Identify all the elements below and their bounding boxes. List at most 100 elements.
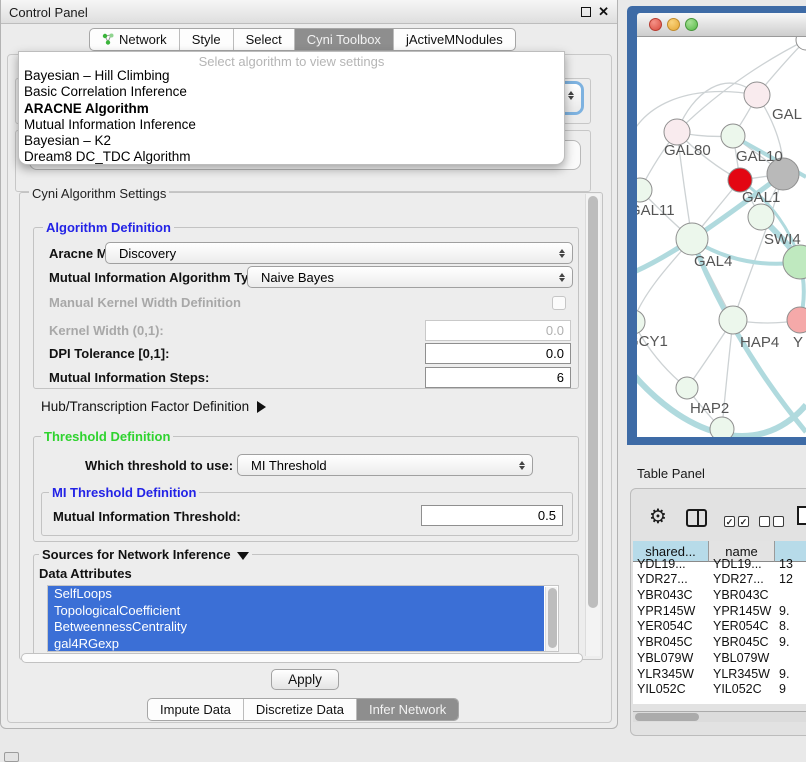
list-item[interactable]: BetweennessCentrality xyxy=(48,619,544,636)
close-traffic-light[interactable] xyxy=(649,18,662,31)
node-gal11[interactable] xyxy=(637,178,652,202)
tab-style[interactable]: Style xyxy=(179,29,233,50)
algorithm-option[interactable]: Bayesian – K2 xyxy=(19,133,564,149)
list-item[interactable]: gal4RGexp xyxy=(48,636,544,653)
control-panel-window: Control Panel ✕ Network Style Select Cyn… xyxy=(0,0,618,729)
algorithm-option[interactable]: Bayesian – Hill Climbing xyxy=(19,68,564,84)
mi-threshold-label: Mutual Information Threshold: xyxy=(53,509,241,524)
node-hap4[interactable] xyxy=(719,306,747,334)
tab-network-label: Network xyxy=(119,29,167,50)
collapsed-panel-button[interactable] xyxy=(4,752,19,762)
settings-group-title: Cyni Algorithm Settings xyxy=(29,186,169,201)
gear-icon[interactable]: ⚙ xyxy=(649,507,667,527)
select-all-icon[interactable]: ✓✓ xyxy=(724,512,752,530)
node-label: HAP2 xyxy=(690,400,729,417)
list-item[interactable]: TopologicalCoefficient xyxy=(48,603,544,620)
hub-definition-expander[interactable]: Hub/Transcription Factor Definition xyxy=(41,399,266,414)
table-row[interactable]: YIL052CYIL052C9 xyxy=(633,682,806,698)
node-label: GAL11 xyxy=(637,202,675,219)
node-swi4[interactable] xyxy=(748,204,774,230)
node-label: GAL4 xyxy=(694,253,732,270)
tab-impute-data[interactable]: Impute Data xyxy=(148,699,243,720)
table-row[interactable]: YBR043CYBR043C xyxy=(633,588,806,604)
table-row[interactable]: YPR145WYPR145W9. xyxy=(633,604,806,620)
algorithm-dropdown-popup: Select algorithm to view settings Bayesi… xyxy=(18,51,565,165)
mi-type-select[interactable]: Naive Bayes xyxy=(247,266,573,288)
document-icon[interactable] xyxy=(797,506,806,525)
table-row[interactable]: YDL19...YDL19...13 xyxy=(633,557,806,573)
minimize-traffic-light[interactable] xyxy=(667,18,680,31)
network-view-window: GAL GAL80 GAL10 GAL1 GAL11 SWI4 GAL4 GCY… xyxy=(627,6,806,445)
tab-infer-network[interactable]: Infer Network xyxy=(356,699,458,720)
tab-style-label: Style xyxy=(192,29,221,50)
network-graph: GAL GAL80 GAL10 GAL1 GAL11 SWI4 GAL4 GCY… xyxy=(637,37,806,437)
close-icon[interactable]: ✕ xyxy=(598,4,609,20)
node-label: Y xyxy=(793,334,803,351)
algorithm-option[interactable]: Dream8 DC_TDC Algorithm xyxy=(19,149,564,165)
table-row[interactable]: YLR345WYLR345W9. xyxy=(633,667,806,683)
algorithm-option-selected[interactable]: ARACNE Algorithm xyxy=(19,101,564,117)
table-row[interactable]: YBL079WYBL079W xyxy=(633,651,806,667)
network-canvas[interactable]: GAL GAL80 GAL10 GAL1 GAL11 SWI4 GAL4 GCY… xyxy=(637,37,806,437)
mi-threshold-group-title: MI Threshold Definition xyxy=(49,485,199,500)
stepper-icon xyxy=(559,273,565,282)
tab-network[interactable]: Network xyxy=(90,29,179,50)
attributes-scrollbar-thumb[interactable] xyxy=(548,588,557,648)
tab-cyni-toolbox[interactable]: Cyni Toolbox xyxy=(294,29,393,50)
list-item[interactable]: SelfLoops xyxy=(48,586,544,603)
mi-type-label: Mutual Information Algorithm Type: xyxy=(49,270,268,285)
which-threshold-select[interactable]: MI Threshold xyxy=(237,454,533,476)
table-panel: ⚙ ✓✓ shared... name YDL19...YDL19...13 Y… xyxy=(630,488,806,736)
algorithm-option[interactable]: Mutual Information Inference xyxy=(19,117,564,133)
node-gcy1[interactable] xyxy=(637,310,645,334)
table-row[interactable]: YBR045CYBR045C9. xyxy=(633,635,806,651)
mi-steps-field[interactable] xyxy=(425,367,571,388)
dpi-field-wrap xyxy=(425,343,571,364)
sources-group-title[interactable]: Sources for Network Inference xyxy=(39,547,252,562)
node-hap2[interactable] xyxy=(676,377,698,399)
tab-jactivemnodules[interactable]: jActiveMNodules xyxy=(393,29,515,50)
node-pink[interactable] xyxy=(744,82,770,108)
table-panel-title: Table Panel xyxy=(637,466,705,481)
stepper-icon xyxy=(559,249,565,258)
zoom-traffic-light[interactable] xyxy=(685,18,698,31)
dpi-tolerance-field[interactable] xyxy=(425,343,571,364)
node-label: SWI4 xyxy=(764,231,801,248)
aracne-mode-select[interactable]: Discovery xyxy=(105,242,573,264)
algorithm-option[interactable]: Basic Correlation Inference xyxy=(19,84,564,100)
node-gal10[interactable] xyxy=(721,124,745,148)
split-columns-icon[interactable] xyxy=(686,509,707,527)
kernel-width-label: Kernel Width (0,1): xyxy=(49,323,164,338)
settings-scrollbar[interactable] xyxy=(585,194,600,656)
kernel-width-field[interactable] xyxy=(425,320,571,341)
node-salmon[interactable] xyxy=(787,307,806,333)
table-horizontal-scrollbar[interactable] xyxy=(633,711,806,722)
kernel-width-field-wrap xyxy=(425,320,571,341)
apply-button[interactable]: Apply xyxy=(271,669,339,690)
sources-title-label: Sources for Network Inference xyxy=(42,547,231,562)
mi-steps-field-wrap xyxy=(425,367,571,388)
manual-kernel-checkbox[interactable] xyxy=(552,296,566,310)
dpi-tolerance-label: DPI Tolerance [0,1]: xyxy=(49,346,169,361)
node-label: GAL80 xyxy=(664,142,711,159)
mi-steps-label: Mutual Information Steps: xyxy=(49,370,209,385)
node-bright-green[interactable] xyxy=(783,245,806,279)
tab-select[interactable]: Select xyxy=(233,29,294,50)
mi-threshold-field[interactable] xyxy=(421,505,563,526)
table-row[interactable]: YDR27...YDR27...12 xyxy=(633,572,806,588)
hub-definition-label: Hub/Transcription Factor Definition xyxy=(41,399,249,414)
node-bottom-partial[interactable] xyxy=(710,417,734,437)
select-none-icon[interactable] xyxy=(759,512,787,530)
float-window-icon[interactable] xyxy=(581,7,591,17)
tab-impute-data-label: Impute Data xyxy=(160,699,231,720)
node-table[interactable]: shared... name YDL19...YDL19...13 YDR27.… xyxy=(633,541,806,704)
threshold-definition-title: Threshold Definition xyxy=(41,429,173,444)
settings-scrollbar-thumb[interactable] xyxy=(588,196,598,608)
table-scrollbar-thumb[interactable] xyxy=(635,713,699,721)
attributes-scrollbar[interactable] xyxy=(545,587,557,651)
settings-horizontal-scrollbar[interactable] xyxy=(21,653,583,663)
data-attributes-list: SelfLoops TopologicalCoefficient Between… xyxy=(47,585,559,652)
table-row[interactable]: YER054CYER054C8. xyxy=(633,619,806,635)
node-gal4[interactable] xyxy=(676,223,708,255)
tab-discretize-data[interactable]: Discretize Data xyxy=(243,699,356,720)
